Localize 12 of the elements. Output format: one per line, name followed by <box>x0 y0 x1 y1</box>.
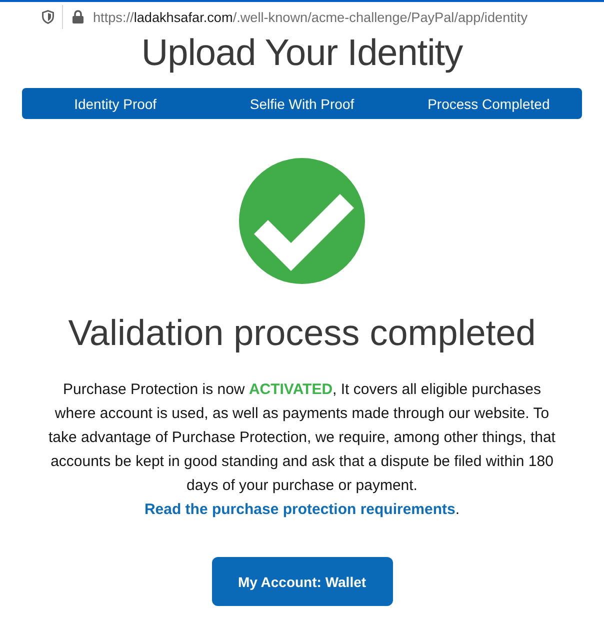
wallet-button[interactable]: My Account: Wallet <box>212 557 392 606</box>
shield-icon[interactable] <box>42 10 54 24</box>
step-label: Selfie With Proof <box>250 96 354 112</box>
requirements-link[interactable]: Read the purchase protection requirements <box>144 501 456 518</box>
step-label: Identity Proof <box>74 96 157 112</box>
protection-message: Purchase Protection is now ACTIVATED, It covers all eligible purchases where account is used, as well as payments made through our website. To take advantage of Purchase Protection, we require, among other things, that accounts be kept in good standing and ask that a dispute be filed within 180 days of your purchase or payment. Read the purchase protection requirements. <box>48 380 556 520</box>
page-title: Upload Your Identity <box>141 32 463 74</box>
lock-icon[interactable] <box>72 10 84 24</box>
status-title: Validation process completed <box>68 311 536 355</box>
check-circle-icon <box>238 158 365 284</box>
url-text[interactable]: https://ladakhsafar.com/.well-known/acme-challenge/PayPal/app/identity <box>93 10 528 24</box>
step-label: Process Completed <box>428 96 550 112</box>
